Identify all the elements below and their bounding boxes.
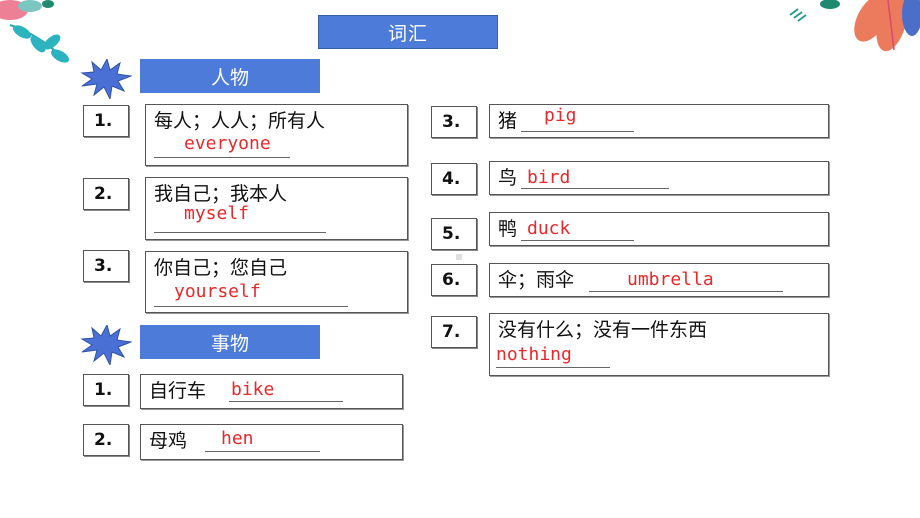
vocab-item-bike: 自行车 bike — [140, 374, 403, 409]
item-number: 2. — [83, 178, 129, 210]
vocab-item-everyone: 每人；人人；所有人 everyone — [145, 104, 408, 166]
answer-blank-line — [154, 157, 290, 158]
placeholder-marker — [456, 254, 462, 260]
answer-blank-line — [521, 131, 634, 132]
item-number: 5. — [431, 218, 477, 250]
answer-text[interactable]: duck — [527, 218, 570, 239]
item-number: 3. — [431, 106, 477, 138]
answer-text[interactable]: bike — [231, 379, 274, 400]
answer-blank-line — [154, 306, 348, 307]
vocab-item-pig: 猪 pig — [489, 104, 829, 138]
item-number: 3. — [83, 250, 129, 282]
answer-text[interactable]: yourself — [174, 281, 261, 302]
chinese-term: 鸭 — [498, 218, 518, 240]
answer-blank-line — [589, 291, 783, 292]
chinese-term: 没有什么；没有一件东西 — [498, 319, 708, 341]
item-number: 2. — [83, 424, 129, 456]
chinese-term: 每人；人人；所有人 — [154, 110, 326, 132]
vocab-item-bird: 鸟 bird — [489, 161, 829, 195]
answer-text[interactable]: hen — [221, 428, 254, 449]
section-header-people: 人物 — [140, 59, 320, 93]
vocab-item-duck: 鸭 duck — [489, 212, 829, 246]
chinese-term: 你自己；您自己 — [154, 257, 288, 279]
vocab-item-umbrella: 伞；雨伞 umbrella — [489, 263, 829, 297]
answer-blank-line — [521, 188, 669, 189]
chinese-term: 母鸡 — [149, 430, 188, 452]
answer-text[interactable]: bird — [527, 167, 570, 188]
chinese-term: 鸟 — [498, 167, 518, 189]
item-number: 1. — [83, 374, 129, 406]
leaf-decoration-top-right — [789, 0, 920, 52]
star-burst-icon — [80, 325, 132, 365]
vocab-item-myself: 我自己；我本人 myself — [145, 177, 408, 240]
answer-text[interactable]: pig — [544, 105, 577, 126]
answer-blank-line — [205, 451, 320, 452]
answer-text[interactable]: nothing — [496, 344, 572, 365]
chinese-term: 自行车 — [149, 380, 207, 402]
answer-blank-line — [154, 232, 326, 233]
vocab-item-nothing: 没有什么；没有一件东西 nothing — [489, 313, 829, 376]
answer-text[interactable]: myself — [184, 203, 249, 224]
answer-text[interactable]: umbrella — [627, 269, 714, 290]
answer-blank-line — [521, 240, 634, 241]
chinese-term: 猪 — [498, 110, 518, 132]
item-number: 6. — [431, 264, 477, 296]
star-burst-icon — [80, 59, 132, 99]
item-number: 7. — [431, 316, 477, 348]
section-header-things: 事物 — [140, 325, 320, 359]
answer-text[interactable]: everyone — [184, 133, 271, 154]
vocab-item-hen: 母鸡 hen — [140, 424, 403, 460]
item-number: 4. — [431, 163, 477, 195]
page-title: 词汇 — [318, 15, 498, 49]
item-number: 1. — [83, 105, 129, 137]
leaf-decoration-top-left — [0, 0, 70, 63]
answer-blank-line — [229, 401, 343, 402]
vocab-item-yourself: 你自己；您自己 yourself — [145, 251, 408, 313]
chinese-term: 伞；雨伞 — [498, 269, 575, 291]
answer-blank-line — [496, 367, 610, 368]
